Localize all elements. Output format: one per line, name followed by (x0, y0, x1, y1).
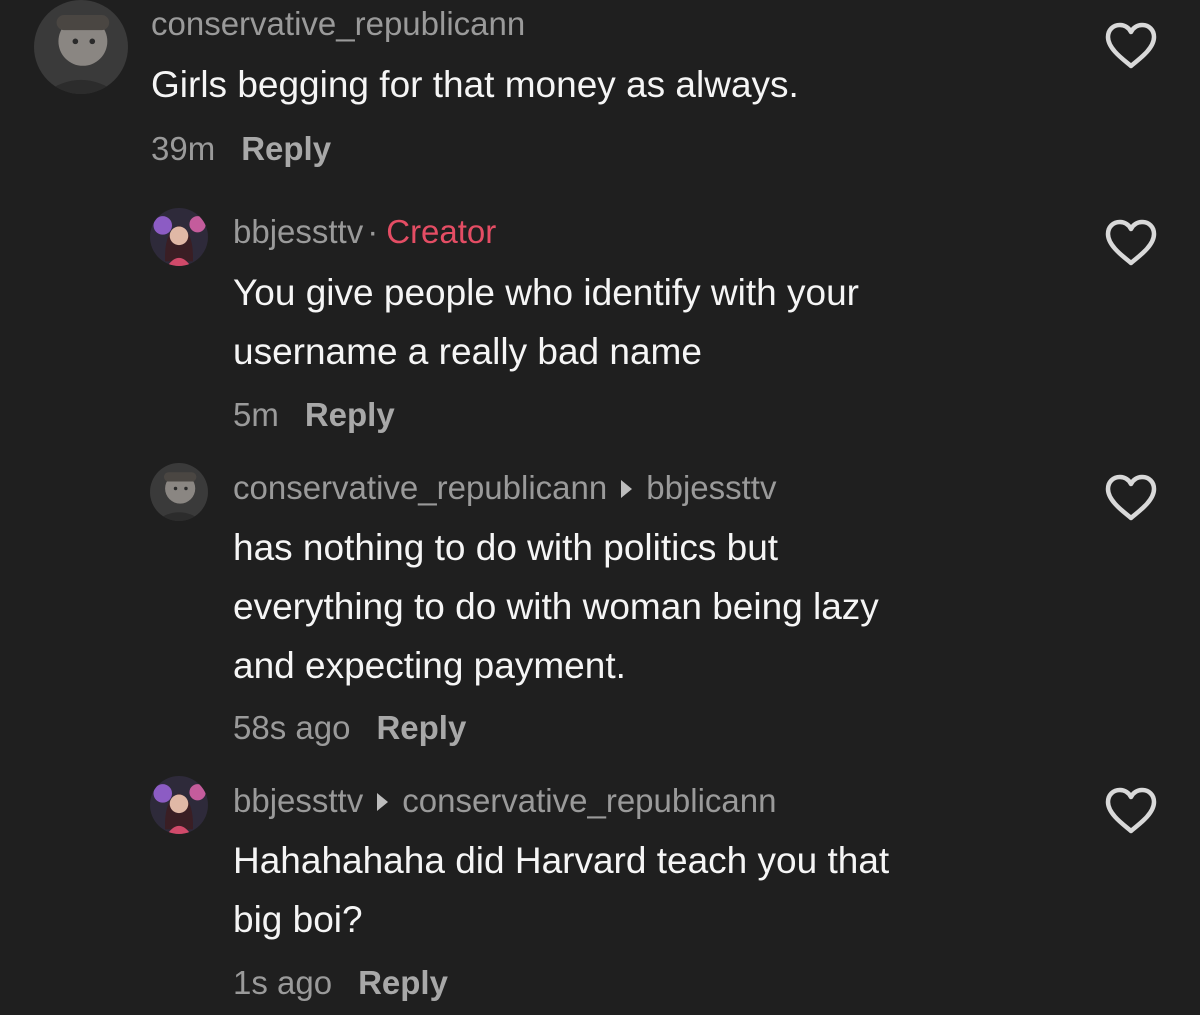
heart-outline-icon[interactable] (1104, 219, 1158, 267)
reply-to-author[interactable]: bbjessttv (646, 469, 776, 506)
reply-button[interactable]: Reply (358, 964, 448, 1001)
comment-author[interactable]: bbjessttv (233, 782, 363, 819)
reply-arrow-icon (621, 480, 633, 498)
comment-timestamp: 39m (151, 130, 216, 167)
reply-button[interactable]: Reply (241, 130, 331, 167)
comment-timestamp: 58s ago (233, 709, 351, 746)
badge-separator: · (367, 213, 379, 250)
avatar[interactable] (34, 0, 128, 94)
comment-reply-item: conservative_republicann bbjessttv has no… (0, 460, 1200, 760)
user-avatar-man-icon (34, 0, 128, 94)
comment-reply-item: bbjessttv conservative_republicann Hahaha… (0, 773, 1200, 1013)
reply-button[interactable]: Reply (305, 396, 395, 433)
comment-author-line: conservative_republicann (151, 4, 525, 44)
user-avatar-man-icon (150, 463, 208, 521)
comment-meta: 58s ago Reply (233, 708, 466, 748)
comment-text: Hahahahaha did Harvard teach you that bi… (233, 840, 890, 940)
user-avatar-woman-icon (150, 208, 208, 266)
comment-text: Girls begging for that money as always. (151, 64, 799, 105)
reply-button[interactable]: Reply (376, 709, 466, 746)
comment-timestamp: 5m (233, 396, 279, 433)
comment-author[interactable]: conservative_republicann (151, 5, 525, 42)
avatar[interactable] (150, 463, 208, 521)
avatar[interactable] (150, 208, 208, 266)
heart-outline-icon[interactable] (1104, 787, 1158, 835)
comment-reply-item: bbjessttv · Creator You give people who id… (0, 205, 1200, 445)
comment-author[interactable]: bbjessttv (233, 213, 363, 250)
comment-author-line: bbjessttv · Creator (233, 212, 496, 252)
reply-arrow-icon (377, 793, 389, 811)
comment-meta: 5m Reply (233, 395, 395, 435)
comment-author-line: bbjessttv conservative_republicann (233, 781, 776, 821)
comment-author-line: conservative_republicann bbjessttv (233, 468, 776, 508)
comment-text: has nothing to do with politics but ever… (233, 527, 879, 686)
heart-outline-icon[interactable] (1104, 22, 1158, 70)
comment-text: You give people who identify with your u… (233, 272, 859, 372)
comment-timestamp: 1s ago (233, 964, 333, 1001)
comment-meta: 39m Reply (151, 129, 331, 169)
reply-to-author[interactable]: conservative_republicann (402, 782, 776, 819)
comment-meta: 1s ago Reply (233, 963, 448, 1003)
comment-item: conservative_republicann Girls begging f… (0, 0, 1200, 185)
avatar[interactable] (150, 776, 208, 834)
heart-outline-icon[interactable] (1104, 474, 1158, 522)
comment-author[interactable]: conservative_republicann (233, 469, 607, 506)
creator-badge: Creator (386, 213, 497, 250)
user-avatar-woman-icon (150, 776, 208, 834)
